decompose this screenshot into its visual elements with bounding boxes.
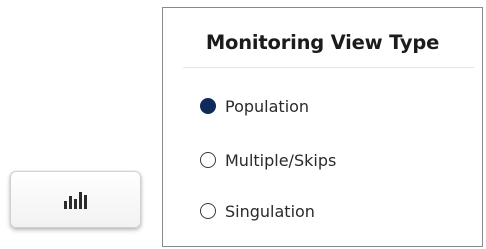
option-label-population: Population — [225, 96, 310, 116]
bar-chart-icon — [63, 191, 87, 209]
screen: Monitoring View Type Population Multiple… — [0, 0, 486, 249]
monitoring-view-type-panel: Monitoring View Type Population Multiple… — [162, 7, 483, 247]
chart-view-button[interactable] — [10, 171, 141, 228]
option-label-multiple-skips: Multiple/Skips — [225, 150, 337, 170]
option-population[interactable]: Population — [200, 95, 309, 117]
panel-title: Monitoring View Type — [205, 31, 440, 54]
radio-multiple-skips[interactable] — [200, 152, 216, 168]
option-multiple-skips[interactable]: Multiple/Skips — [200, 149, 336, 171]
title-divider — [183, 67, 474, 68]
radio-population[interactable] — [200, 98, 216, 114]
option-singulation[interactable]: Singulation — [200, 200, 315, 222]
radio-singulation[interactable] — [200, 203, 216, 219]
option-label-singulation: Singulation — [225, 201, 315, 221]
